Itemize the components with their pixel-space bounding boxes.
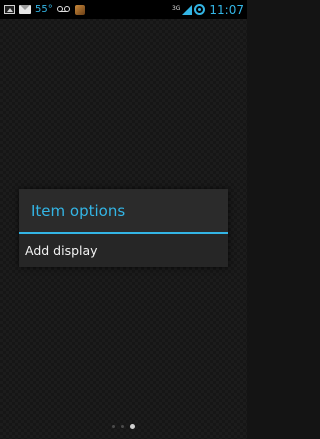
page-dot-3-active[interactable] bbox=[130, 424, 135, 429]
mail-icon bbox=[19, 5, 31, 14]
page-dot-2[interactable] bbox=[121, 425, 124, 428]
dialog-title: Item options bbox=[19, 189, 228, 232]
battery-icon bbox=[194, 4, 206, 15]
gallery-icon bbox=[4, 5, 15, 14]
page-indicator bbox=[0, 424, 247, 429]
add-display-option[interactable]: Add display bbox=[19, 234, 228, 267]
clock: 11:07 bbox=[209, 2, 244, 17]
page-dot-1[interactable] bbox=[112, 425, 115, 428]
status-bar[interactable]: 55° 3G 11:07 bbox=[0, 0, 247, 19]
item-options-dialog: Item options Add display bbox=[19, 189, 228, 267]
app-notification-icon bbox=[74, 4, 85, 15]
voicemail-icon bbox=[56, 5, 71, 14]
network-type-label: 3G bbox=[171, 4, 181, 12]
signal-icon bbox=[182, 4, 193, 15]
temperature-text: 55° bbox=[35, 4, 53, 15]
home-screen: 55° 3G 11:07 Item options Add display bbox=[0, 0, 247, 439]
